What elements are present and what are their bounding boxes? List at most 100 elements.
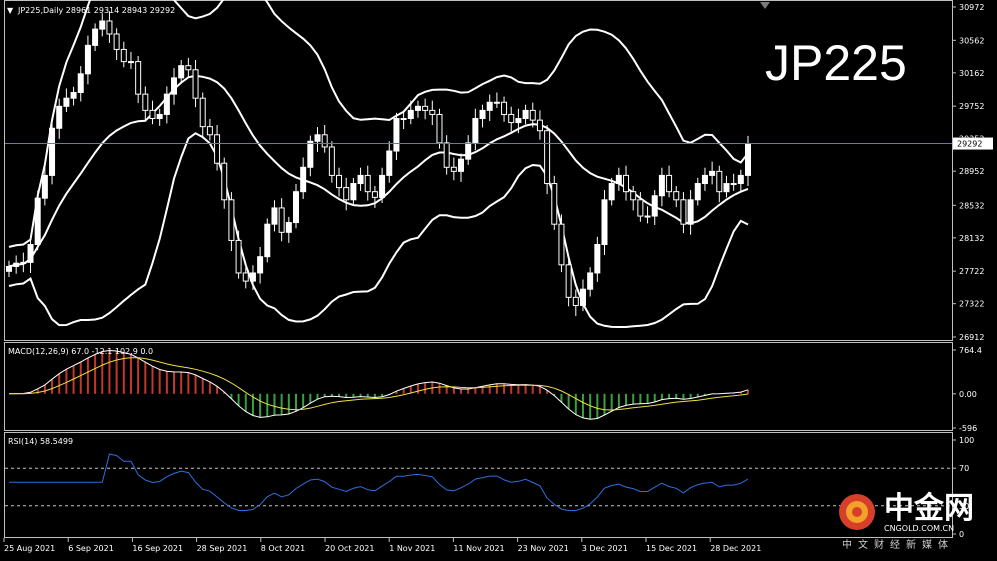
candle-body (371, 191, 378, 198)
trading-chart-window: 3097230562301622975229352289522853228132… (0, 0, 997, 561)
candle-body (70, 92, 77, 99)
bollinger-lower-band (8, 132, 749, 328)
candle-body (465, 142, 472, 160)
price-tick-label: 28952 (959, 167, 984, 176)
rsi-line (9, 453, 749, 511)
candle-body (716, 170, 723, 193)
candle-body (601, 199, 608, 246)
candle-body (106, 20, 113, 35)
candle-body (709, 170, 716, 176)
price-tick-label: 28132 (959, 234, 984, 243)
candle-body (285, 222, 292, 233)
price-tick-label: 30972 (959, 3, 984, 12)
time-tick-label: 3 Dec 2021 (582, 544, 628, 553)
candle-body (615, 174, 622, 185)
candle-body (321, 134, 328, 148)
bollinger-middle-band (8, 74, 749, 268)
candle-body (142, 93, 149, 111)
collapse-arrow-icon[interactable]: ▼ (7, 6, 14, 15)
candle-body (379, 174, 386, 198)
candle-body (579, 288, 586, 306)
time-tick-label: 28 Sep 2021 (197, 544, 248, 553)
candle-body (508, 113, 515, 124)
candle-body (120, 48, 127, 63)
candle-body (486, 101, 493, 111)
rsi-pane-frame (4, 432, 953, 538)
candle-body (458, 158, 465, 172)
macd-line (8, 349, 749, 420)
candle-body (149, 109, 156, 120)
candle-body (701, 174, 708, 185)
candle-body (307, 140, 314, 168)
macd-tick-label: -596 (959, 424, 977, 433)
price-tick-label: 30562 (959, 36, 984, 45)
candle-body (651, 195, 658, 217)
candle-body (479, 109, 486, 120)
brand-logo (839, 494, 875, 530)
candle-body (644, 215, 651, 218)
candle-body (206, 126, 213, 136)
time-tick-label: 23 Nov 2021 (518, 544, 569, 553)
candle-body (264, 223, 271, 258)
brand-tagline: 中文财经新媒体 (842, 538, 954, 551)
price-tick-label: 26912 (959, 333, 984, 342)
candle-body (171, 77, 178, 95)
price-tick-label: 29752 (959, 102, 984, 111)
candle-body (314, 134, 321, 142)
candle-body (199, 97, 206, 128)
candle-body (163, 93, 170, 115)
candle-body (336, 174, 343, 189)
candle-body (694, 183, 701, 201)
time-tick-label: 25 Aug 2021 (4, 544, 55, 553)
candle-body (587, 272, 594, 290)
candle-body (20, 261, 27, 264)
candle-body (49, 127, 56, 176)
current-price-label: 29292 (957, 140, 982, 149)
price-tick-label: 28532 (959, 201, 984, 210)
bollinger-upper-band (8, 0, 749, 248)
candle-body (529, 109, 536, 121)
candle-body (135, 61, 142, 95)
time-tick-label: 1 Nov 2021 (389, 544, 435, 553)
shift-marker-icon[interactable] (760, 2, 770, 9)
candle-body (594, 244, 601, 274)
brand-name: 中金网 (884, 491, 974, 526)
candle-body (364, 174, 371, 193)
candle-body (608, 183, 615, 201)
time-tick-label: 28 Dec 2021 (710, 544, 761, 553)
candle-body (113, 33, 120, 50)
time-tick-label: 6 Sep 2021 (68, 544, 114, 553)
candle-body (536, 119, 543, 132)
candle-body (300, 166, 307, 193)
price-tick-label: 30162 (959, 69, 984, 78)
candle-body (350, 183, 357, 201)
candle-body (551, 183, 558, 225)
candle-body (623, 174, 630, 193)
candle-body (185, 65, 192, 71)
candle-body (99, 20, 106, 30)
time-tick-label: 11 Nov 2021 (453, 544, 504, 553)
candle-body (13, 262, 20, 267)
candle-body (472, 118, 479, 144)
macd-tick-label: 764.4 (959, 346, 982, 355)
candle-body (680, 199, 687, 225)
macd-title: MACD(12,26,9) 67.0 -12.1 102.9 0.0 (8, 347, 153, 356)
candle-body (544, 130, 551, 185)
candle-body (450, 166, 457, 172)
candle-body (34, 197, 41, 246)
candle-body (515, 118, 522, 124)
rsi-tick-label: 0 (959, 530, 964, 539)
candle-body (501, 101, 508, 115)
candle-body (658, 174, 665, 197)
candle-body (730, 183, 737, 186)
candle-body (666, 174, 673, 193)
candle-body (429, 109, 436, 115)
symbol-watermark: JP225 (765, 35, 907, 91)
candle-body (127, 61, 134, 64)
candle-body (737, 174, 744, 185)
candle-body (673, 191, 680, 201)
candle-body (242, 272, 249, 282)
candle-body (271, 207, 278, 225)
candle-body (407, 109, 414, 120)
candle-body (522, 109, 529, 120)
